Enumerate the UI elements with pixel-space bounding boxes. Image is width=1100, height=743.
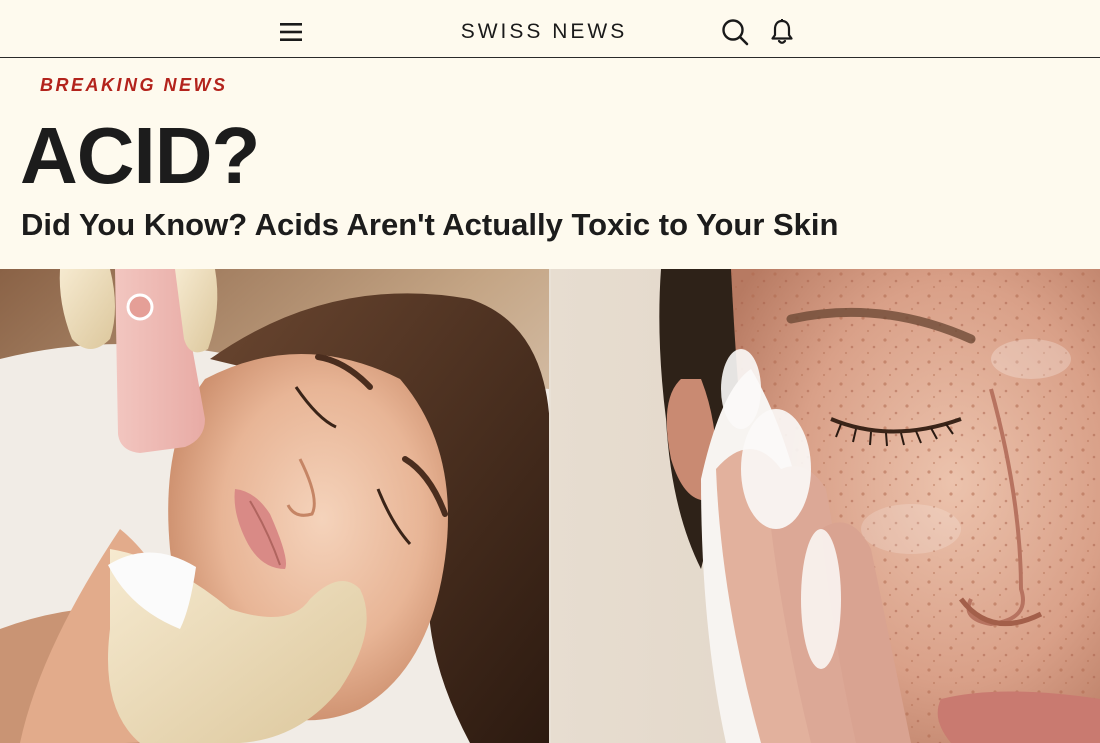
facial-treatment-illustration [0,269,549,743]
hero-image-face-wash[interactable] [551,269,1100,743]
hero-image-facial-treatment[interactable] [0,269,549,743]
article-headline: ACID? [20,111,260,200]
face-wash-illustration [551,269,1100,743]
site-title: SWISS NEWS [460,20,628,43]
search-button[interactable] [721,18,749,46]
article-subheadline[interactable]: Did You Know? Acids Aren't Actually Toxi… [21,206,838,244]
bell-icon [771,19,793,44]
notifications-button[interactable] [768,18,796,46]
breaking-news-label: BREAKING NEWS [40,75,228,95]
hero-image-pair [0,269,1100,743]
search-icon [722,19,749,46]
top-navigation-bar: SWISS NEWS [0,0,1100,58]
site-logo[interactable]: SWISS NEWS [0,20,1100,44]
